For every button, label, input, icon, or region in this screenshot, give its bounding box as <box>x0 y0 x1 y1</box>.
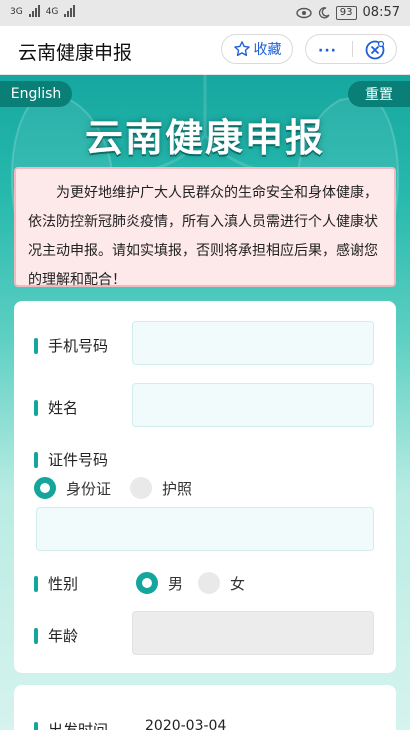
radio-passport[interactable]: 护照 <box>130 477 192 499</box>
signal-indicators: 3G 4G <box>10 5 76 17</box>
label-marker <box>34 575 38 592</box>
radio-female-label: 女 <box>230 574 246 593</box>
more-button[interactable]: ··· <box>318 43 337 59</box>
age-input <box>132 611 374 655</box>
gender-label-text: 性别 <box>48 575 79 593</box>
label-marker <box>34 399 38 416</box>
eye-icon <box>296 7 312 18</box>
radio-unselected-icon <box>130 477 152 499</box>
favorite-label: 收藏 <box>253 42 282 58</box>
departure-time-value: 2020-03-04 <box>145 718 227 730</box>
signal-icon-2 <box>64 5 76 17</box>
name-input[interactable] <box>132 383 374 427</box>
watermark-logo: Baidu <box>338 701 396 722</box>
age-label: 年龄 <box>34 625 78 646</box>
radio-male[interactable]: 男 <box>136 572 183 594</box>
banner-title: 云南健康申报 <box>84 116 325 160</box>
star-icon <box>233 41 250 57</box>
label-marker <box>34 721 38 730</box>
name-label-text: 姓名 <box>48 399 79 417</box>
clock: 08:57 <box>362 5 400 20</box>
phone-label-text: 手机号码 <box>48 337 109 355</box>
reset-button[interactable]: 重置 <box>348 81 410 107</box>
id-number-label-text: 证件号码 <box>48 451 109 469</box>
status-bar: 3G 4G 93 08:57 <box>0 0 410 26</box>
radio-female[interactable]: 女 <box>198 572 245 594</box>
sim1-type: 3G <box>10 7 23 17</box>
mini-program-capsule: ··· <box>305 34 397 64</box>
name-label: 姓名 <box>34 397 78 418</box>
radio-passport-label: 护照 <box>162 479 193 498</box>
id-number-input[interactable] <box>36 507 374 551</box>
sim2-type: 4G <box>45 7 59 17</box>
close-icon[interactable] <box>364 39 386 61</box>
page-content: English 重置 云南健康申报 为更好地维护广大人民群众的生命安全和身体健康… <box>0 75 410 730</box>
departure-time-label-text: 出发时间 <box>48 721 109 730</box>
status-right: 93 08:57 <box>296 5 400 20</box>
phone-input[interactable] <box>132 321 374 365</box>
label-marker <box>34 337 38 354</box>
gender-label: 性别 <box>34 573 78 594</box>
form-card: 手机号码 姓名 证件号码 身份证 护照 性别 男 女 年龄 <box>14 301 396 673</box>
signal-icon <box>28 5 40 17</box>
moon-icon <box>318 6 330 18</box>
radio-id-card-label: 身份证 <box>66 479 112 498</box>
notice-box: 为更好地维护广大人民群众的生命安全和身体健康，依法防控新冠肺炎疫情，所有入滇人员… <box>14 167 396 288</box>
age-label-text: 年龄 <box>48 627 79 645</box>
favorite-button[interactable]: 收藏 <box>221 34 293 64</box>
notice-text: 为更好地维护广大人民群众的生命安全和身体健康，依法防控新冠肺炎疫情，所有入滇人员… <box>28 185 378 288</box>
app-title: 云南健康申报 <box>18 42 133 64</box>
radio-selected-icon <box>34 477 56 499</box>
id-number-label: 证件号码 <box>34 449 108 470</box>
departure-time-label: 出发时间 <box>34 719 108 730</box>
radio-male-label: 男 <box>168 574 184 593</box>
battery-indicator: 93 <box>335 5 357 20</box>
radio-unselected-icon <box>198 572 220 594</box>
phone-label: 手机号码 <box>34 335 108 356</box>
capsule-divider <box>352 41 353 57</box>
english-toggle-button[interactable]: English <box>0 81 72 107</box>
label-marker <box>34 627 38 644</box>
radio-id-card[interactable]: 身份证 <box>34 477 111 499</box>
label-marker <box>34 451 38 468</box>
app-bar: 云南健康申报 收藏 ··· <box>0 26 410 75</box>
radio-selected-icon <box>136 572 158 594</box>
